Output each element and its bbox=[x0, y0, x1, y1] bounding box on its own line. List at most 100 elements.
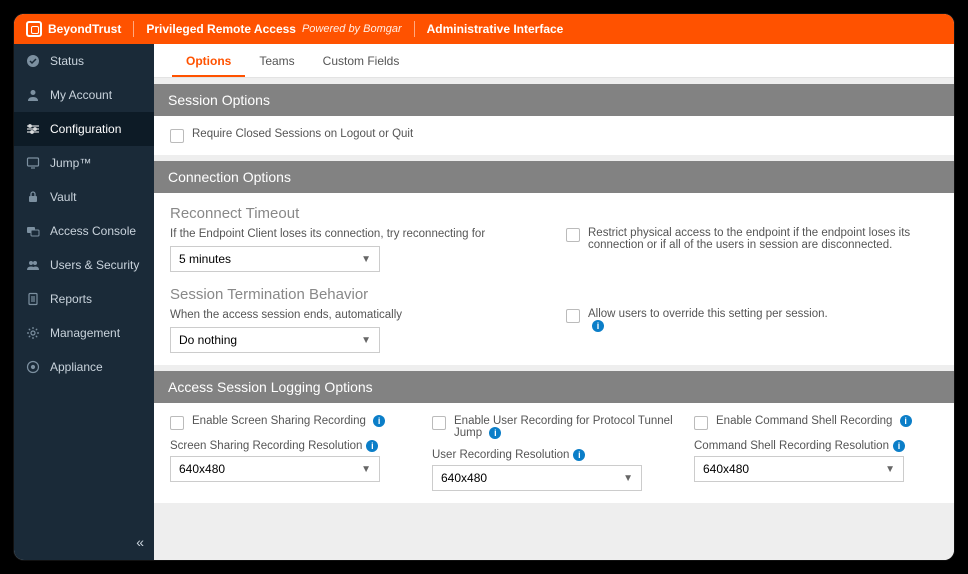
checkbox-icon bbox=[694, 416, 708, 430]
connection-options-panel: Connection Options Reconnect Timeout If … bbox=[154, 161, 954, 365]
app-frame: BeyondTrust Privileged Remote Access Pow… bbox=[14, 14, 954, 560]
body: Status My Account Configuration Jump™ Va… bbox=[14, 44, 954, 560]
brand: BeyondTrust bbox=[26, 21, 121, 37]
sidebar-item-vault[interactable]: Vault bbox=[14, 180, 154, 214]
sidebar-item-users-security[interactable]: Users & Security bbox=[14, 248, 154, 282]
enable-cmd-recording-checkbox[interactable]: Enable Command Shell Recording i bbox=[694, 415, 938, 430]
select-value: 640x480 bbox=[441, 471, 487, 485]
panel-title: Session Options bbox=[154, 84, 954, 116]
reconnect-heading: Reconnect Timeout bbox=[170, 205, 542, 222]
nav-label: Status bbox=[50, 54, 84, 68]
info-icon[interactable]: i bbox=[489, 427, 501, 439]
chevron-down-icon: ▼ bbox=[885, 464, 895, 475]
nav-label: Jump™ bbox=[50, 156, 91, 170]
top-bar: BeyondTrust Privileged Remote Access Pow… bbox=[14, 14, 954, 44]
console-icon bbox=[26, 224, 40, 238]
logging-options-panel: Access Session Logging Options Enable Sc… bbox=[154, 371, 954, 503]
gear-icon bbox=[26, 326, 40, 340]
cmd-resolution-select[interactable]: 640x480 ▼ bbox=[694, 456, 904, 482]
nav-label: Appliance bbox=[50, 360, 103, 374]
termination-heading: Session Termination Behavior bbox=[170, 286, 542, 303]
info-icon[interactable]: i bbox=[900, 415, 912, 427]
tab-options[interactable]: Options bbox=[172, 44, 245, 77]
sidebar-item-status[interactable]: Status bbox=[14, 44, 154, 78]
checkbox-icon bbox=[170, 129, 184, 143]
sidebar-item-access-console[interactable]: Access Console bbox=[14, 214, 154, 248]
sidebar-item-configuration[interactable]: Configuration bbox=[14, 112, 154, 146]
brand-label: BeyondTrust bbox=[48, 22, 121, 36]
reconnect-help: If the Endpoint Client loses its connect… bbox=[170, 228, 542, 240]
panel-title: Access Session Logging Options bbox=[154, 371, 954, 403]
enable-user-recording-checkbox[interactable]: Enable User Recording for Protocol Tunne… bbox=[432, 415, 676, 439]
powered-label: Powered by Bomgar bbox=[302, 23, 402, 35]
enable-screen-recording-checkbox[interactable]: Enable Screen Sharing Recording i bbox=[170, 415, 414, 430]
tab-teams[interactable]: Teams bbox=[245, 44, 308, 77]
termination-behavior-select[interactable]: Do nothing ▼ bbox=[170, 327, 380, 353]
collapse-sidebar-button[interactable]: « bbox=[136, 534, 144, 550]
lock-icon bbox=[26, 190, 40, 204]
info-icon[interactable]: i bbox=[893, 440, 905, 452]
checkbox-label: Allow users to override this setting per… bbox=[588, 308, 828, 320]
field-label: User Recording Resolution bbox=[432, 449, 569, 461]
termination-help: When the access session ends, automatica… bbox=[170, 309, 542, 321]
sidebar-item-reports[interactable]: Reports bbox=[14, 282, 154, 316]
nav-label: Vault bbox=[50, 190, 76, 204]
info-icon[interactable]: i bbox=[573, 449, 585, 461]
users-icon bbox=[26, 258, 40, 272]
checkbox-icon bbox=[566, 228, 580, 242]
session-options-panel: Session Options Require Closed Sessions … bbox=[154, 84, 954, 155]
allow-override-checkbox[interactable]: Allow users to override this setting per… bbox=[566, 308, 938, 332]
field-label: Screen Sharing Recording Resolution bbox=[170, 440, 362, 452]
select-value: 5 minutes bbox=[179, 252, 231, 266]
info-icon[interactable]: i bbox=[373, 415, 385, 427]
restrict-physical-checkbox[interactable]: Restrict physical access to the endpoint… bbox=[566, 227, 938, 251]
user-icon bbox=[26, 88, 40, 102]
document-icon bbox=[26, 292, 40, 306]
info-icon[interactable]: i bbox=[592, 320, 604, 332]
user-resolution-select[interactable]: 640x480 ▼ bbox=[432, 465, 642, 491]
info-icon[interactable]: i bbox=[366, 440, 378, 452]
chevron-down-icon: ▼ bbox=[361, 254, 371, 265]
nav-label: Configuration bbox=[50, 122, 121, 136]
select-value: 640x480 bbox=[703, 462, 749, 476]
nav-label: Users & Security bbox=[50, 258, 139, 272]
section-label: Administrative Interface bbox=[427, 22, 564, 36]
nav-label: Access Console bbox=[50, 224, 136, 238]
field-label: Command Shell Recording Resolution bbox=[694, 440, 889, 452]
reconnect-timeout-select[interactable]: 5 minutes ▼ bbox=[170, 246, 380, 272]
checkbox-icon bbox=[432, 416, 446, 430]
check-circle-icon bbox=[26, 54, 40, 68]
checkbox-label: Require Closed Sessions on Logout or Qui… bbox=[192, 128, 413, 140]
subtabs: Options Teams Custom Fields bbox=[154, 44, 954, 78]
brand-icon bbox=[26, 21, 42, 37]
sidebar-item-management[interactable]: Management bbox=[14, 316, 154, 350]
main-content: Options Teams Custom Fields Session Opti… bbox=[154, 44, 954, 560]
sidebar-item-jump[interactable]: Jump™ bbox=[14, 146, 154, 180]
checkbox-label: Enable User Recording for Protocol Tunne… bbox=[454, 415, 673, 439]
sidebar: Status My Account Configuration Jump™ Va… bbox=[14, 44, 154, 560]
disc-icon bbox=[26, 360, 40, 374]
nav-label: Management bbox=[50, 326, 120, 340]
nav-label: My Account bbox=[50, 88, 112, 102]
chevron-down-icon: ▼ bbox=[623, 473, 633, 484]
select-value: Do nothing bbox=[179, 333, 237, 347]
checkbox-label: Restrict physical access to the endpoint… bbox=[588, 227, 938, 251]
select-value: 640x480 bbox=[179, 462, 225, 476]
separator bbox=[414, 21, 415, 37]
checkbox-label: Enable Command Shell Recording bbox=[716, 415, 892, 427]
checkbox-icon bbox=[566, 309, 580, 323]
nav-label: Reports bbox=[50, 292, 92, 306]
sidebar-item-my-account[interactable]: My Account bbox=[14, 78, 154, 112]
checkbox-icon bbox=[170, 416, 184, 430]
tab-custom-fields[interactable]: Custom Fields bbox=[309, 44, 414, 77]
separator bbox=[133, 21, 134, 37]
monitor-icon bbox=[26, 156, 40, 170]
require-closed-checkbox[interactable]: Require Closed Sessions on Logout or Qui… bbox=[170, 128, 938, 143]
sliders-icon bbox=[26, 122, 40, 136]
chevron-down-icon: ▼ bbox=[361, 335, 371, 346]
checkbox-label: Enable Screen Sharing Recording bbox=[192, 415, 366, 427]
chevron-down-icon: ▼ bbox=[361, 464, 371, 475]
sidebar-item-appliance[interactable]: Appliance bbox=[14, 350, 154, 384]
screen-resolution-select[interactable]: 640x480 ▼ bbox=[170, 456, 380, 482]
product-label: Privileged Remote Access bbox=[146, 22, 296, 36]
